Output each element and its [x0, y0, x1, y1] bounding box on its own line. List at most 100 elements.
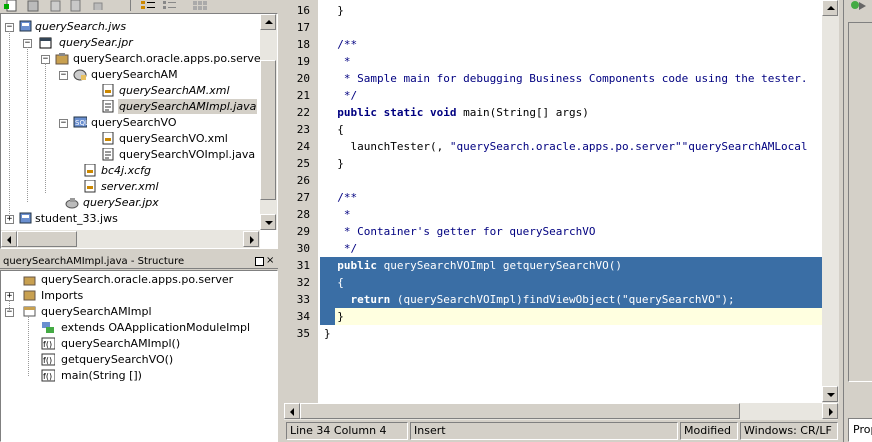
- line-number: 30: [296, 242, 310, 255]
- code-line: {: [324, 123, 344, 136]
- open-icon[interactable]: [48, 0, 64, 12]
- tree-label: student_33.jws: [35, 212, 118, 225]
- line-number: 22: [296, 106, 310, 119]
- application-navigator: − querySearch.jws − querySear.jpr − quer…: [0, 13, 278, 249]
- xml-file-icon: [84, 164, 96, 177]
- tree-label: server.xml: [101, 180, 159, 193]
- selection-highlight: [320, 274, 838, 291]
- expand-icon[interactable]: +: [5, 215, 14, 224]
- line-ending: Windows: CR/LF: [740, 422, 838, 440]
- line-number: 27: [296, 191, 310, 204]
- scroll-down-button[interactable]: [822, 386, 838, 402]
- line-number: 29: [296, 225, 310, 238]
- tree-node-am-xml[interactable]: querySearchAM.xml: [87, 83, 260, 99]
- modified-indicator: Modified: [680, 422, 738, 440]
- scroll-right-button[interactable]: [822, 403, 838, 419]
- tree-label: querySearchVO: [91, 116, 177, 129]
- save-icon[interactable]: [68, 0, 84, 12]
- line-number: 21: [296, 89, 310, 102]
- undo-icon[interactable]: [90, 0, 106, 12]
- current-line-highlight: [320, 308, 838, 325]
- code-line: {: [324, 276, 344, 289]
- scroll-left-button[interactable]: [284, 403, 300, 419]
- code-line: }: [324, 310, 344, 323]
- list-view-icon[interactable]: [162, 0, 178, 12]
- tree-node-workspace-2[interactable]: + student_33.jws: [5, 211, 260, 227]
- line-number: 32: [296, 276, 310, 289]
- line-number: 35: [296, 327, 310, 340]
- structure-label: querySearchAMImpl(): [61, 337, 181, 350]
- tree-label: querySearchAM: [91, 68, 178, 81]
- code-line: public querySearchVOImpl getquerySearchV…: [337, 259, 623, 272]
- line-number: 18: [296, 38, 310, 51]
- scroll-up-button[interactable]: [260, 14, 276, 30]
- scroll-down-button[interactable]: [260, 214, 276, 230]
- class-icon: [23, 306, 36, 317]
- new-file-icon[interactable]: [4, 0, 20, 12]
- tree-node-bc4j[interactable]: bc4j.xcfg: [69, 163, 260, 179]
- navigator-scrollbar[interactable]: [260, 14, 277, 230]
- list-icon[interactable]: [140, 0, 156, 12]
- structure-label: Imports: [41, 289, 84, 302]
- close-icon[interactable]: ×: [266, 255, 276, 267]
- dock-icon[interactable]: [255, 257, 264, 266]
- line-number: 16: [296, 4, 310, 17]
- collapse-icon[interactable]: −: [59, 71, 68, 80]
- line-number: 31: [296, 259, 310, 272]
- method-icon: f(): [41, 369, 55, 382]
- structure-label: main(String []): [61, 369, 142, 382]
- tree-node-am-impl[interactable]: querySearchAMImpl.java: [87, 99, 260, 115]
- java-file-icon: [102, 148, 114, 161]
- line-number: 25: [296, 157, 310, 170]
- scroll-thumb[interactable]: [300, 403, 740, 419]
- code-line: /**: [324, 38, 358, 51]
- editor-vscrollbar[interactable]: [822, 0, 839, 404]
- tree-label: querySearch.oracle.apps.po.server: [73, 52, 266, 65]
- scroll-left-button[interactable]: [1, 231, 17, 247]
- tree-label: querySearchVO.xml: [119, 132, 228, 145]
- tree-label: querySearchVOImpl.java: [119, 148, 256, 161]
- xml-file-icon: [84, 180, 96, 193]
- structure-label: extends OAApplicationModuleImpl: [61, 321, 251, 334]
- tree-node-package[interactable]: − querySearch.oracle.apps.po.server: [41, 51, 265, 67]
- scroll-thumb[interactable]: [260, 60, 276, 200]
- structure-label: querySearchAMImpl: [41, 305, 152, 318]
- tree-node-workspace[interactable]: − querySearch.jws: [5, 19, 260, 35]
- scroll-right-button[interactable]: [243, 231, 259, 247]
- main-toolbar: [0, 0, 278, 12]
- tree-label: querySearchAM.xml: [119, 84, 230, 97]
- edit-mode: Insert: [410, 422, 678, 440]
- tree-node-vo-xml[interactable]: querySearchVO.xml: [87, 131, 260, 147]
- tree-node-project[interactable]: − querySear.jpr: [23, 35, 260, 51]
- run-icon[interactable]: [850, 0, 868, 12]
- tree-label: querySear.jpx: [83, 196, 159, 209]
- scroll-up-button[interactable]: [822, 0, 838, 16]
- new-workspace-icon[interactable]: [26, 0, 42, 12]
- extends-icon: [42, 322, 54, 333]
- line-number: 33: [296, 293, 310, 306]
- svg-text:SQL: SQL: [75, 119, 87, 127]
- application-module-icon: [73, 69, 87, 81]
- code-editor[interactable]: 16 } 17 18 /** 19 * 20 * Sample main for deb…: [284, 0, 838, 404]
- code-line: }: [324, 157, 344, 170]
- package-icon: [55, 53, 69, 65]
- grid-icon[interactable]: [192, 0, 208, 12]
- tree-node-server-xml[interactable]: server.xml: [69, 179, 260, 195]
- navigator-hscrollbar[interactable]: [1, 230, 260, 248]
- svg-text:f(): f(): [43, 356, 52, 365]
- structure-label: getquerySearchVO(): [61, 353, 174, 366]
- tree-label: bc4j.xcfg: [101, 164, 151, 177]
- svg-text:f(): f(): [43, 372, 52, 381]
- code-line: return (querySearchVOImpl)findViewObject…: [350, 293, 735, 306]
- tree-node-jpx[interactable]: querySear.jpx: [51, 195, 260, 211]
- code-line: */: [324, 242, 358, 255]
- scroll-thumb[interactable]: [17, 231, 77, 247]
- tree-node-vo-impl[interactable]: querySearchVOImpl.java: [87, 147, 260, 163]
- collapse-icon[interactable]: −: [59, 119, 68, 128]
- editor-hscrollbar[interactable]: [284, 403, 838, 420]
- tree-node-am[interactable]: − querySearchAM: [59, 67, 260, 83]
- tree-node-vo[interactable]: − SQL querySearchVO: [59, 115, 260, 131]
- structure-title-bar: querySearchAMImpl.java - Structure ×: [0, 255, 278, 269]
- xml-file-icon: [102, 132, 114, 145]
- imports-icon: [23, 290, 36, 301]
